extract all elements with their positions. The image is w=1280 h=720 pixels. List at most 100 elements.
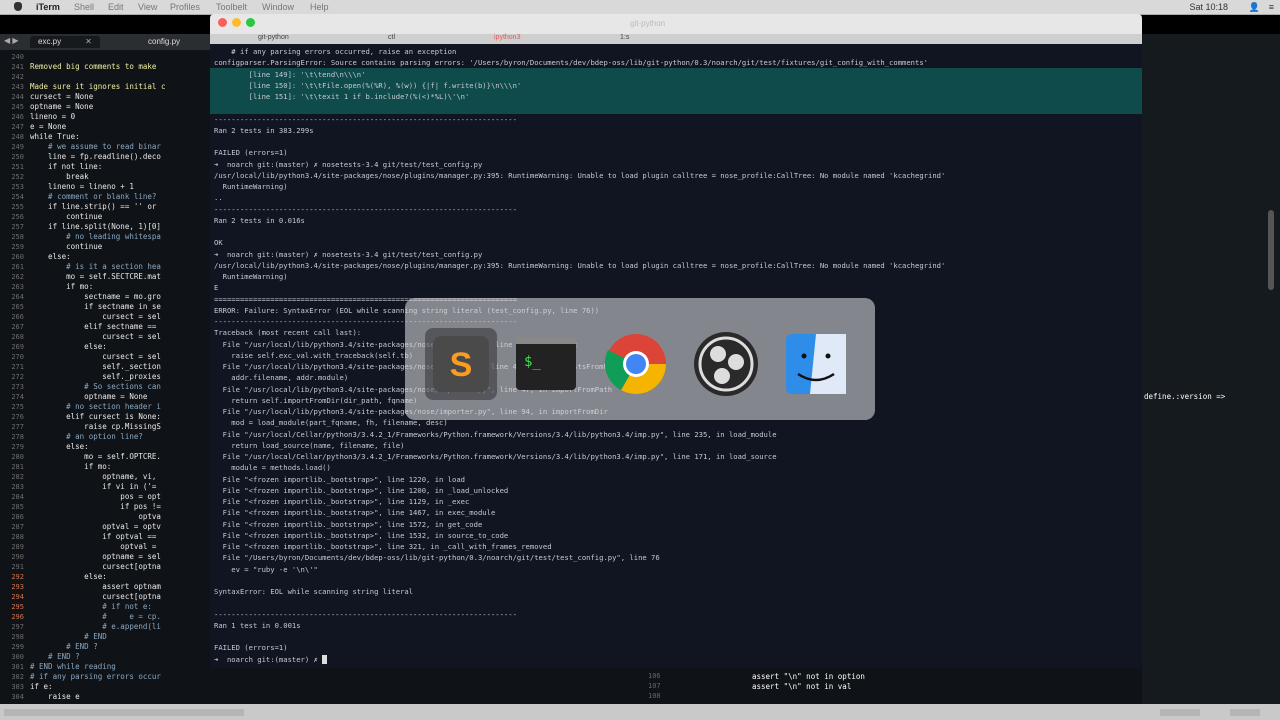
terminal-line: FAILED (errors=1) bbox=[214, 643, 288, 653]
code-line: raise e bbox=[30, 692, 80, 701]
line-number: 300 bbox=[11, 653, 24, 661]
line-number: 251 bbox=[11, 163, 24, 171]
menu-item-shell[interactable]: Shell bbox=[74, 2, 94, 12]
line-number: 284 bbox=[11, 493, 24, 501]
line-number: 243 bbox=[11, 83, 24, 91]
code-line: # if any parsing errors occur bbox=[30, 672, 161, 681]
code-line: else: bbox=[30, 572, 107, 581]
code-line: if mo: bbox=[30, 282, 94, 291]
line-number: 255 bbox=[11, 203, 24, 211]
nav-arrows-icon[interactable]: ◀ ▶ bbox=[4, 36, 19, 45]
line-number: 267 bbox=[11, 323, 24, 331]
scrollbar[interactable] bbox=[1268, 210, 1274, 290]
code-line: cursect[optna bbox=[30, 592, 161, 601]
app-sublime[interactable]: S bbox=[425, 328, 497, 400]
clock[interactable]: Sat 10:18 bbox=[1189, 2, 1228, 12]
code-line: cursect[optna bbox=[30, 562, 161, 571]
terminal-line: Ran 2 tests in 0.016s bbox=[214, 215, 305, 225]
terminal-tab[interactable]: git-python bbox=[258, 34, 289, 41]
user-icon[interactable]: 👤 bbox=[1249, 2, 1260, 13]
code-line: assert optnam bbox=[30, 582, 161, 591]
finder-icon bbox=[786, 334, 846, 394]
line-number: 280 bbox=[11, 453, 24, 461]
close-window-button[interactable] bbox=[218, 18, 227, 27]
code-line: # e.append(li bbox=[30, 622, 161, 631]
terminal-line: ev = "ruby -e '\n\'" bbox=[214, 564, 318, 574]
right-pane-code: define.:version => bbox=[1144, 392, 1226, 401]
code-line: continue bbox=[30, 212, 103, 221]
code-line: # END ? bbox=[30, 652, 80, 661]
tab-config-py[interactable]: config.py bbox=[140, 36, 188, 48]
code-line: cursect = sel bbox=[30, 352, 161, 361]
menu-item-profiles[interactable]: Profiles bbox=[170, 2, 200, 12]
terminal-line: /usr/local/lib/python3.4/site-packages/n… bbox=[214, 170, 946, 180]
code-line: if vi in ('= bbox=[30, 482, 157, 491]
tab-exc-py[interactable]: exc.py ✕ bbox=[30, 36, 100, 48]
code-line: while True: bbox=[30, 132, 80, 141]
code-line: # END bbox=[30, 632, 107, 641]
terminal-line: Ran 2 tests in 383.299s bbox=[214, 125, 314, 135]
code-line: # we assume to read binar bbox=[30, 142, 161, 151]
obs-icon bbox=[694, 332, 758, 396]
code-line: assert "\n" not in option bbox=[752, 672, 865, 681]
line-number: 290 bbox=[11, 553, 24, 561]
app-iterm[interactable]: $_ bbox=[510, 328, 582, 400]
line-number: 265 bbox=[11, 303, 24, 311]
code-line: if line.strip() == '' or bbox=[30, 202, 157, 211]
line-number: 275 bbox=[11, 403, 24, 411]
line-number: 299 bbox=[11, 643, 24, 651]
minimize-window-button[interactable] bbox=[232, 18, 241, 27]
line-number: 297 bbox=[11, 623, 24, 631]
menu-item-view[interactable]: View bbox=[138, 2, 157, 12]
code-line: else: bbox=[30, 252, 71, 261]
code-line: if pos != bbox=[30, 502, 161, 511]
right-editor-pane[interactable]: define.:version => bbox=[1142, 34, 1280, 704]
app-chrome[interactable] bbox=[600, 328, 672, 400]
terminal-titlebar[interactable]: git-python bbox=[210, 14, 1142, 34]
app-finder[interactable] bbox=[780, 328, 852, 400]
line-number: 254 bbox=[11, 193, 24, 201]
bottom-editor-pane[interactable]: 106 107 108 assert "\n" not in option as… bbox=[640, 668, 1142, 704]
code-line: lineno = lineno + 1 bbox=[30, 182, 134, 191]
menu-item-edit[interactable]: Edit bbox=[108, 2, 124, 12]
terminal-line: ----------------------------------------… bbox=[214, 114, 517, 124]
code-line: Removed big comments to make bbox=[30, 62, 157, 71]
terminal-line: return load_source(name, filename, file) bbox=[214, 440, 405, 450]
svg-text:$_: $_ bbox=[524, 354, 541, 370]
app-obs[interactable] bbox=[690, 328, 762, 400]
line-number: 256 bbox=[11, 213, 24, 221]
line-number: 278 bbox=[11, 433, 24, 441]
line-number: 304 bbox=[11, 693, 24, 701]
close-icon[interactable]: ✕ bbox=[85, 37, 92, 46]
menu-item-help[interactable]: Help bbox=[310, 2, 329, 12]
menu-item-iterm[interactable]: iTerm bbox=[36, 2, 60, 12]
apple-menu-icon[interactable] bbox=[14, 2, 22, 11]
terminal-line: .. bbox=[214, 193, 223, 203]
zoom-window-button[interactable] bbox=[246, 18, 255, 27]
line-number: 108 bbox=[648, 692, 661, 700]
code-line: else: bbox=[30, 342, 107, 351]
app-switcher: S $_ bbox=[405, 298, 875, 420]
line-number: 281 bbox=[11, 463, 24, 471]
line-number: 242 bbox=[11, 73, 24, 81]
menu-item-toolbelt[interactable]: Toolbelt bbox=[216, 2, 247, 12]
line-number: 258 bbox=[11, 233, 24, 241]
terminal-tab[interactable]: ctl bbox=[388, 34, 395, 41]
code-line: if mo: bbox=[30, 462, 112, 471]
list-icon[interactable]: ≡ bbox=[1269, 2, 1274, 12]
line-number: 248 bbox=[11, 133, 24, 141]
terminal-line: File "<frozen importlib._bootstrap>", li… bbox=[214, 530, 509, 540]
line-number: 295 bbox=[11, 603, 24, 611]
code-line: elif cursect is None: bbox=[30, 412, 161, 421]
terminal-line: raise self.exc_val.with_traceback(self.t… bbox=[214, 350, 414, 360]
terminal-tab-active[interactable]: ipython3 bbox=[494, 34, 520, 41]
line-number: 260 bbox=[11, 253, 24, 261]
terminal-tab[interactable]: 1:s bbox=[620, 34, 629, 41]
code-area[interactable]: Removed big comments to make Made sure it… bbox=[30, 52, 210, 702]
terminal-line: RuntimeWarning) bbox=[214, 182, 288, 191]
code-line: self._proxies bbox=[30, 372, 161, 381]
menu-item-window[interactable]: Window bbox=[262, 2, 294, 12]
line-number: 245 bbox=[11, 103, 24, 111]
code-line: optname = sel bbox=[30, 552, 161, 561]
line-number: 294 bbox=[11, 593, 24, 601]
